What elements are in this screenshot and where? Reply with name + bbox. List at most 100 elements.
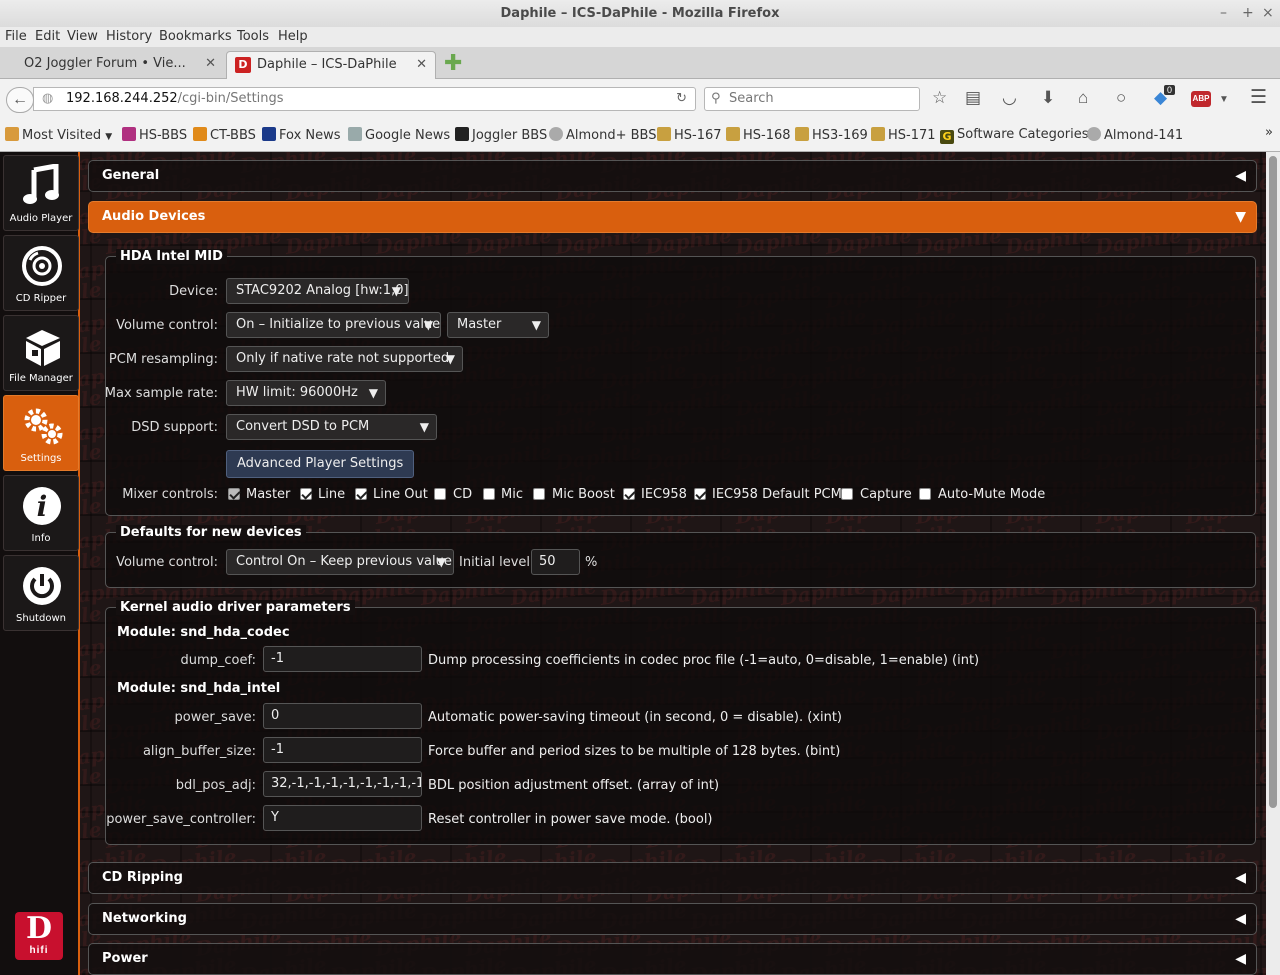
section-networking[interactable]: Networking ◀ — [88, 903, 1257, 935]
bdl-pos-adj-description: BDL position adjustment offset. (array o… — [428, 778, 720, 793]
reload-icon[interactable]: ↻ — [676, 88, 687, 110]
align-buffer-size-input[interactable]: -1 — [263, 737, 422, 763]
bookmark-most-visited[interactable]: Most Visited ▼ — [5, 127, 112, 143]
pcm-resampling-select[interactable]: Only if native rate not supported ▼ — [226, 346, 463, 372]
search-placeholder: Search — [729, 91, 774, 106]
dropdown-arrow-icon: ▼ — [445, 352, 455, 366]
minimize-button[interactable]: – — [1220, 0, 1227, 27]
bookmark-joggler-bbs[interactable]: Joggler BBS — [455, 127, 547, 143]
bookmark-hs3-169[interactable]: HS3-169 — [795, 127, 868, 143]
bookmarks-toolbar: Most Visited ▼ HS-BBS CT-BBS Fox News Go… — [0, 117, 1280, 152]
window-titlebar: Daphile – ICS-DaPhile - Mozilla Firefox … — [0, 0, 1280, 27]
search-input[interactable]: ⚲ Search — [704, 87, 920, 111]
tab-daphile[interactable]: D Daphile – ICS-DaPhile ✕ — [226, 51, 436, 79]
url-bar[interactable]: ◍ 192.168.244.252/cgi-bin/Settings ↻ — [33, 87, 696, 111]
section-general[interactable]: General ◀ — [88, 160, 1257, 192]
group-legend: Defaults for new devices — [116, 525, 306, 540]
kernel-params-group: Kernel audio driver parameters Module: s… — [105, 600, 1256, 845]
mixer-mic-boost-checkbox[interactable] — [533, 488, 545, 500]
download-icon[interactable]: ⬇ — [1041, 88, 1055, 108]
globe-icon — [549, 127, 563, 141]
dsd-support-label: DSD support: — [131, 420, 218, 435]
device-label: Device: — [169, 284, 218, 299]
menu-help[interactable]: Help — [278, 29, 308, 44]
mixer-iec958-label: IEC958 — [641, 487, 687, 502]
page-scrollbar[interactable] — [1266, 152, 1280, 975]
back-button[interactable]: ← — [6, 87, 34, 113]
mixer-master-checkbox — [228, 488, 240, 500]
menu-view[interactable]: View — [67, 29, 98, 44]
bookmark-software-categories[interactable]: G Software Categories — [940, 127, 1089, 144]
pocket-icon[interactable]: ◡ — [1002, 88, 1017, 108]
sidebar-item-info[interactable]: i Info — [3, 475, 79, 551]
menu-history[interactable]: History — [106, 29, 152, 44]
bookmark-ct-bbs[interactable]: CT-BBS — [193, 127, 256, 143]
sidebar-item-cd-ripper[interactable]: CD Ripper — [3, 235, 79, 311]
tab-label: O2 Joggler Forum • Vie... — [24, 56, 186, 71]
collapsed-arrow-icon: ◀ — [1235, 168, 1246, 184]
bookmark-almond-141[interactable]: Almond-141 — [1087, 127, 1183, 143]
bookmark-hs-167[interactable]: HS-167 — [657, 127, 722, 143]
bookmark-fox-news[interactable]: Fox News — [262, 127, 341, 143]
section-cd-ripping[interactable]: CD Ripping ◀ — [88, 862, 1257, 894]
mixer-iec958-default-pcm-checkbox[interactable] — [694, 488, 706, 500]
max-sample-rate-select[interactable]: HW limit: 96000Hz ▼ — [226, 380, 386, 406]
scrollbar-thumb[interactable] — [1269, 156, 1277, 808]
dsd-support-select[interactable]: Convert DSD to PCM ▼ — [226, 414, 437, 440]
menu-edit[interactable]: Edit — [35, 29, 60, 44]
default-volume-select[interactable]: Control On – Keep previous value ▼ — [226, 549, 454, 575]
menu-tools[interactable]: Tools — [237, 29, 269, 44]
home-icon[interactable]: ⌂ — [1078, 88, 1088, 108]
mixer-line-checkbox[interactable] — [300, 488, 312, 500]
advanced-player-settings-button[interactable]: Advanced Player Settings — [226, 450, 415, 478]
menu-file[interactable]: File — [5, 29, 27, 44]
reading-list-icon[interactable]: ▤ — [965, 88, 981, 108]
bdl-pos-adj-input[interactable]: 32,-1,-1,-1,-1,-1,-1,-1,-1, — [263, 771, 422, 797]
daphile-hifi-logo: D hifi — [15, 912, 63, 960]
menu-bookmarks[interactable]: Bookmarks — [159, 29, 232, 44]
sidebar-item-shutdown[interactable]: Shutdown — [3, 555, 79, 631]
mixer-line-out-checkbox[interactable] — [355, 488, 367, 500]
extension-badge: 0 — [1164, 85, 1176, 95]
section-audio-devices[interactable]: Audio Devices ▼ — [88, 201, 1257, 233]
bookmarks-overflow-icon[interactable]: » — [1265, 125, 1273, 140]
maximize-button[interactable]: + — [1242, 0, 1254, 27]
mixer-auto-mute-checkbox[interactable] — [919, 488, 931, 500]
chat-icon[interactable]: ○ — [1116, 88, 1126, 108]
power-save-input[interactable]: 0 — [263, 703, 422, 729]
initial-level-input[interactable]: 50 — [531, 549, 580, 575]
volume-channel-select[interactable]: Master ▼ — [447, 312, 549, 338]
bookmark-hs-168[interactable]: HS-168 — [726, 127, 791, 143]
close-window-button[interactable]: × — [1262, 0, 1274, 27]
sidebar-item-file-manager[interactable]: File Manager — [3, 315, 79, 391]
bookmark-almond-bbs[interactable]: Almond+ BBS — [549, 127, 657, 143]
adblock-icon[interactable]: ABP — [1191, 91, 1211, 107]
new-tab-icon[interactable]: ✚ — [444, 52, 462, 74]
dump-coef-input[interactable]: -1 — [263, 646, 422, 672]
adblock-dropdown-icon[interactable]: ▼ — [1219, 90, 1229, 110]
house-icon — [795, 127, 809, 141]
sidebar-item-settings[interactable]: Settings — [3, 395, 79, 471]
mixer-iec958-checkbox[interactable] — [623, 488, 635, 500]
search-icon: ⚲ — [711, 91, 721, 106]
mixer-mic-checkbox[interactable] — [483, 488, 495, 500]
bookmark-star-icon[interactable]: ☆ — [932, 88, 947, 108]
tab-joggler-forum[interactable]: O2 Joggler Forum • Vie... ✕ — [0, 51, 224, 79]
power-save-controller-input[interactable]: Y — [263, 805, 422, 831]
url-host: 192.168.244.252 — [66, 91, 178, 106]
sidebar-item-audio-player[interactable]: Audio Player — [3, 155, 79, 231]
close-tab-icon[interactable]: ✕ — [205, 51, 216, 77]
mixer-cd-checkbox[interactable] — [434, 488, 446, 500]
joggler-icon — [455, 127, 469, 141]
volume-control-select[interactable]: On – Initialize to previous value ▼ — [226, 312, 441, 338]
mixer-capture-checkbox[interactable] — [841, 488, 853, 500]
info-icon: i — [23, 487, 61, 525]
bookmark-hs-171[interactable]: HS-171 — [871, 127, 936, 143]
close-tab-icon[interactable]: ✕ — [416, 52, 427, 78]
section-power[interactable]: Power ◀ — [88, 943, 1257, 975]
device-select[interactable]: STAC9202 Analog [hw:1,0] ▼ — [226, 278, 409, 304]
menu-bar: File Edit View History Bookmarks Tools H… — [0, 27, 1280, 47]
hamburger-menu-icon[interactable]: ☰ — [1250, 88, 1267, 108]
bookmark-hs-bbs[interactable]: HS-BBS — [122, 127, 187, 143]
bookmark-google-news[interactable]: Google News — [348, 127, 450, 143]
